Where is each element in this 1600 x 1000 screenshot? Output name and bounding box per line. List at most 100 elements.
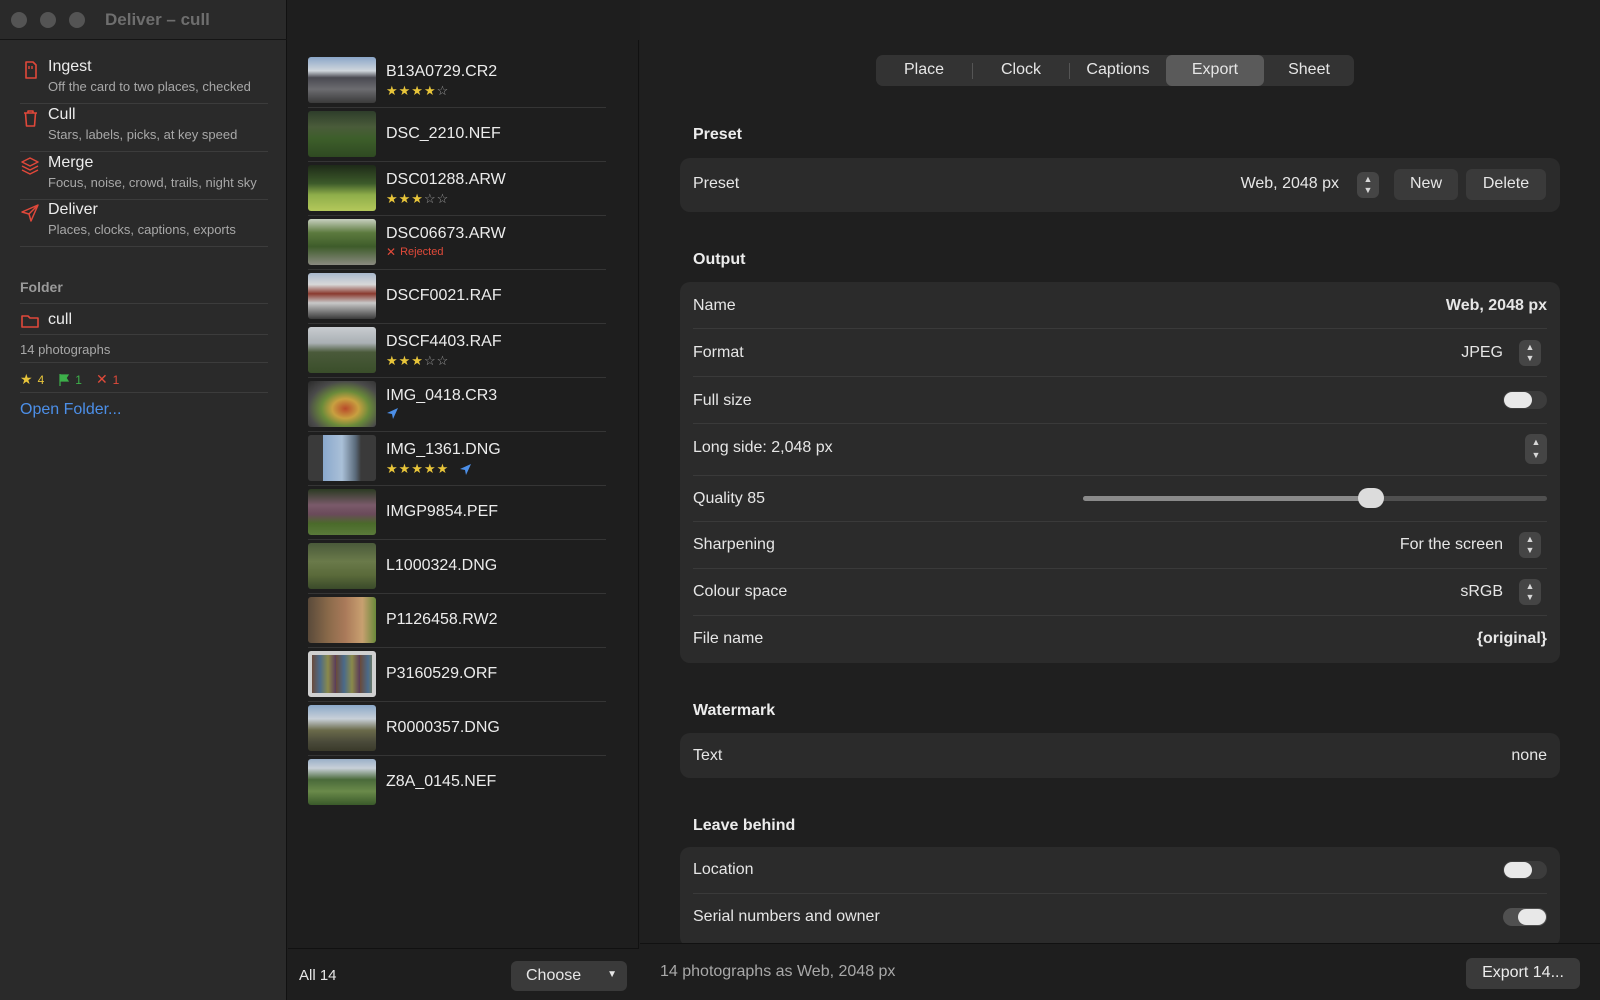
star-rating: ★★★☆☆ (386, 353, 450, 368)
file-meta (386, 407, 399, 420)
watermark-group: Text none (680, 733, 1560, 778)
list-item[interactable]: DSC06673.ARW ✕ Rejected (308, 216, 606, 270)
format-value[interactable]: JPEG (1461, 344, 1503, 362)
preset-label: Preset (693, 175, 740, 192)
folder-item[interactable]: cull (20, 310, 268, 334)
sidebar-item-deliver[interactable]: Deliver Places, clocks, captions, export… (20, 201, 268, 247)
toggle-knob (1504, 862, 1532, 878)
list-item[interactable]: IMG_1361.DNG ★★★★★ (308, 432, 606, 486)
serial-row: Serial numbers and owner (693, 894, 1547, 941)
list-item[interactable]: DSCF0021.RAF (308, 270, 606, 324)
filename-value[interactable]: {original} (1477, 630, 1547, 648)
quality-row: Quality 85 (693, 476, 1547, 522)
thumbnail (308, 651, 376, 697)
file-meta: ★★★☆☆ (386, 191, 449, 207)
sidebar-item-ingest[interactable]: Ingest Off the card to two places, check… (20, 58, 268, 104)
file-meta: ★★★☆☆ (386, 353, 449, 369)
choose-label: Choose (526, 967, 582, 984)
colour-space-popup-chevron-icon[interactable]: ▲ ▼ (1519, 579, 1541, 605)
tab-captions[interactable]: Captions (1070, 55, 1166, 86)
fullsize-toggle[interactable] (1503, 391, 1547, 409)
status-badges: ★ 4 1 ✕ 1 (20, 371, 119, 388)
new-preset-button[interactable]: New (1394, 169, 1458, 200)
list-item[interactable]: Z8A_0145.NEF (308, 756, 606, 810)
toggle-knob (1518, 909, 1546, 925)
tab-clock[interactable]: Clock (973, 55, 1069, 86)
zoom-window-button[interactable] (69, 12, 85, 28)
preset-value[interactable]: Web, 2048 px (1241, 175, 1339, 193)
export-summary: 14 photographs as Web, 2048 px (660, 963, 896, 980)
star-rating: ★★★★☆ (386, 83, 450, 98)
sidebar-item-subtitle: Stars, labels, picks, at key speed (48, 127, 238, 142)
thumbnail (308, 759, 376, 805)
list-item[interactable]: IMGP9854.PEF (308, 486, 606, 540)
sidebar-item-merge[interactable]: Merge Focus, noise, crowd, trails, night… (20, 154, 268, 200)
sidebar-item-title: Merge (48, 154, 94, 171)
watermark-text-label: Text (693, 747, 723, 764)
colour-space-value[interactable]: sRGB (1460, 583, 1503, 601)
quality-slider[interactable] (1083, 488, 1547, 508)
format-popup-chevron-icon[interactable]: ▲ ▼ (1519, 340, 1541, 366)
serial-toggle[interactable] (1503, 908, 1547, 926)
export-button[interactable]: Export 14... (1466, 958, 1580, 989)
list-item[interactable]: P3160529.ORF (308, 648, 606, 702)
choose-dropdown[interactable]: Choose ▼ (511, 961, 627, 991)
divider (20, 392, 268, 393)
sidebar: Deliver – cull Ingest Off the card to tw… (0, 0, 287, 1000)
delete-preset-button[interactable]: Delete (1466, 169, 1546, 200)
thumbnail (308, 381, 376, 427)
star-count: 4 (37, 372, 45, 387)
list-item[interactable]: IMG_0418.CR3 (308, 378, 606, 432)
sidebar-item-subtitle: Places, clocks, captions, exports (48, 222, 236, 237)
file-name: R0000357.DNG (386, 719, 500, 736)
list-item[interactable]: B13A0729.CR2 ★★★★☆ (308, 54, 606, 108)
location-row: Location (693, 847, 1547, 894)
location-toggle[interactable] (1503, 861, 1547, 879)
reject-count: 1 (112, 372, 120, 387)
fullsize-row: Full size (693, 377, 1547, 424)
longside-stepper[interactable]: ▲ ▼ (1525, 434, 1547, 464)
sidebar-item-title: Cull (48, 106, 76, 123)
app-window: Deliver – cull Ingest Off the card to tw… (0, 0, 1600, 1000)
preset-popup-chevron-icon[interactable]: ▲ ▼ (1357, 172, 1379, 198)
list-item[interactable]: DSC01288.ARW ★★★☆☆ (308, 162, 606, 216)
fullsize-label: Full size (693, 392, 752, 409)
close-window-button[interactable] (11, 12, 27, 28)
tab-sheet[interactable]: Sheet (1264, 55, 1354, 86)
name-value[interactable]: Web, 2048 px (1446, 297, 1547, 315)
title-bar: Deliver – cull (0, 0, 287, 40)
tab-place[interactable]: Place (876, 55, 972, 86)
serial-label: Serial numbers and owner (693, 908, 880, 925)
reject-count-badge: ✕ 1 (96, 371, 119, 388)
thumbnail (308, 543, 376, 589)
list-item[interactable]: DSC_2210.NEF (308, 108, 606, 162)
quality-slider-fill (1083, 496, 1371, 501)
file-name: P3160529.ORF (386, 665, 498, 682)
rejected-label: Rejected (400, 246, 444, 258)
thumbnail (308, 111, 376, 157)
star-icon: ★ (20, 371, 33, 387)
flag-count-badge: 1 (58, 373, 82, 387)
export-footer: 14 photographs as Web, 2048 px Export 14… (640, 943, 1600, 1000)
list-item[interactable]: DSCF4403.RAF ★★★☆☆ (308, 324, 606, 378)
location-label: Location (693, 861, 754, 878)
sharpening-value[interactable]: For the screen (1400, 536, 1503, 554)
quality-label: Quality 85 (693, 490, 766, 507)
photo-count: 14 photographs (20, 342, 111, 357)
star-count-badge: ★ 4 (20, 371, 44, 388)
list-item[interactable]: P1126458.RW2 (308, 594, 606, 648)
trash-icon (24, 110, 37, 127)
sharpening-popup-chevron-icon[interactable]: ▲ ▼ (1519, 532, 1541, 558)
quality-slider-thumb[interactable] (1357, 488, 1384, 508)
list-item[interactable]: L1000324.DNG (308, 540, 606, 594)
minimize-window-button[interactable] (40, 12, 56, 28)
open-folder-link[interactable]: Open Folder... (20, 401, 121, 419)
name-row: Name Web, 2048 px (693, 282, 1547, 329)
paper-plane-icon (21, 204, 39, 222)
tab-export[interactable]: Export (1166, 55, 1264, 86)
list-item[interactable]: R0000357.DNG (308, 702, 606, 756)
watermark-text-value[interactable]: none (1511, 747, 1547, 765)
sidebar-item-cull[interactable]: Cull Stars, labels, picks, at key speed (20, 106, 268, 152)
file-meta: ★★★★☆ (386, 83, 449, 99)
thumbnail (308, 165, 376, 211)
